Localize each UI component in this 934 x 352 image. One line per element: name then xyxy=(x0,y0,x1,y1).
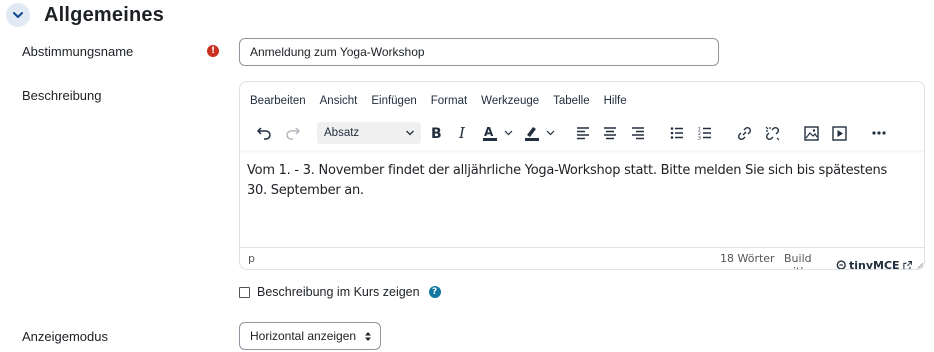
tinymce-logo-icon xyxy=(836,260,846,269)
media-button[interactable] xyxy=(829,122,849,144)
image-button[interactable] xyxy=(801,122,821,144)
highlight-color-icon xyxy=(525,127,555,141)
menu-einfuegen[interactable]: Einfügen xyxy=(371,95,416,107)
bullet-list-button[interactable] xyxy=(667,122,687,144)
display-mode-select[interactable]: Horizontal anzeigen xyxy=(239,322,381,350)
menu-tabelle[interactable]: Tabelle xyxy=(553,95,589,107)
more-icon xyxy=(872,131,886,135)
menu-hilfe[interactable]: Hilfe xyxy=(604,95,627,107)
menu-werkzeuge[interactable]: Werkzeuge xyxy=(481,95,539,107)
word-count[interactable]: 18 Wörter xyxy=(720,252,775,265)
editor-menubar: Bearbeiten Ansicht Einfügen Format Werkz… xyxy=(250,95,641,107)
align-center-button[interactable] xyxy=(600,122,620,144)
show-description-label[interactable]: Beschreibung im Kurs zeigen xyxy=(257,285,420,299)
section-title: Allgemeines xyxy=(44,3,165,26)
menu-bearbeiten[interactable]: Bearbeiten xyxy=(250,95,306,107)
bullet-list-icon xyxy=(670,127,683,139)
select-arrows-icon xyxy=(365,332,371,341)
menu-ansicht[interactable]: Ansicht xyxy=(320,95,358,107)
editor-toolbar: Absatz B I A 1 2 3 xyxy=(240,118,924,146)
description-label: Beschreibung xyxy=(22,88,102,103)
name-input[interactable]: Anmeldung zum Yoga-Workshop xyxy=(239,38,719,66)
tinymce-brand-text: tinyMCE xyxy=(848,258,900,270)
section-header: Allgemeines xyxy=(6,3,164,27)
editor-content[interactable]: Vom 1. - 3. November findet der alljährl… xyxy=(247,161,907,201)
display-mode-value: Horizontal anzeigen xyxy=(250,329,357,343)
align-right-icon xyxy=(632,127,644,140)
rich-text-editor: Bearbeiten Ansicht Einfügen Format Werkz… xyxy=(239,81,925,270)
element-path[interactable]: p xyxy=(248,252,255,265)
bold-icon: B xyxy=(431,126,442,141)
text-color-button[interactable]: A xyxy=(480,122,518,144)
collapse-toggle-button[interactable] xyxy=(6,3,30,27)
media-icon xyxy=(831,125,847,141)
block-format-select[interactable]: Absatz xyxy=(317,122,421,144)
svg-text:I: I xyxy=(458,125,466,141)
undo-icon xyxy=(256,127,271,140)
more-button[interactable] xyxy=(868,122,890,144)
align-right-button[interactable] xyxy=(628,122,648,144)
bold-button[interactable]: B xyxy=(425,122,447,144)
italic-icon: I xyxy=(458,125,466,141)
block-format-value: Absatz xyxy=(324,127,360,139)
build-with-text: Build with xyxy=(784,252,812,269)
external-link-icon xyxy=(902,260,912,269)
align-left-button[interactable] xyxy=(573,122,593,144)
resize-handle-icon[interactable] xyxy=(916,261,924,270)
svg-text:B: B xyxy=(431,126,442,141)
redo-icon xyxy=(286,127,301,140)
display-mode-label: Anzeigemodus xyxy=(22,329,108,344)
svg-text:3: 3 xyxy=(698,136,701,141)
required-icon: ! xyxy=(207,45,219,57)
image-icon xyxy=(803,125,819,141)
align-center-icon xyxy=(604,127,616,140)
unlink-button[interactable] xyxy=(762,122,782,144)
numbered-list-icon: 1 2 3 xyxy=(698,127,711,141)
highlight-color-button[interactable] xyxy=(522,122,560,144)
editor-statusbar: p 18 Wörter Build with tinyMCE xyxy=(240,247,924,269)
menu-format[interactable]: Format xyxy=(431,95,467,107)
name-label: Abstimmungsname xyxy=(22,44,134,59)
text-color-icon: A xyxy=(483,125,513,141)
numbered-list-button[interactable]: 1 2 3 xyxy=(695,122,715,144)
show-description-checkbox[interactable] xyxy=(239,286,250,298)
toolbar-shadow xyxy=(240,150,924,154)
svg-text:A: A xyxy=(484,125,494,139)
chevron-down-icon xyxy=(406,130,414,136)
help-icon[interactable]: ? xyxy=(428,286,441,298)
chevron-down-icon xyxy=(13,12,23,18)
unlink-icon xyxy=(765,126,779,140)
link-button[interactable] xyxy=(734,122,754,144)
align-left-icon xyxy=(577,127,589,140)
link-icon xyxy=(737,126,751,140)
tinymce-branding[interactable]: Build with tinyMCE xyxy=(784,252,924,270)
redo-button[interactable] xyxy=(282,122,304,144)
show-description-row: Beschreibung im Kurs zeigen ? xyxy=(239,285,441,299)
undo-button[interactable] xyxy=(253,122,275,144)
italic-button[interactable]: I xyxy=(452,122,474,144)
